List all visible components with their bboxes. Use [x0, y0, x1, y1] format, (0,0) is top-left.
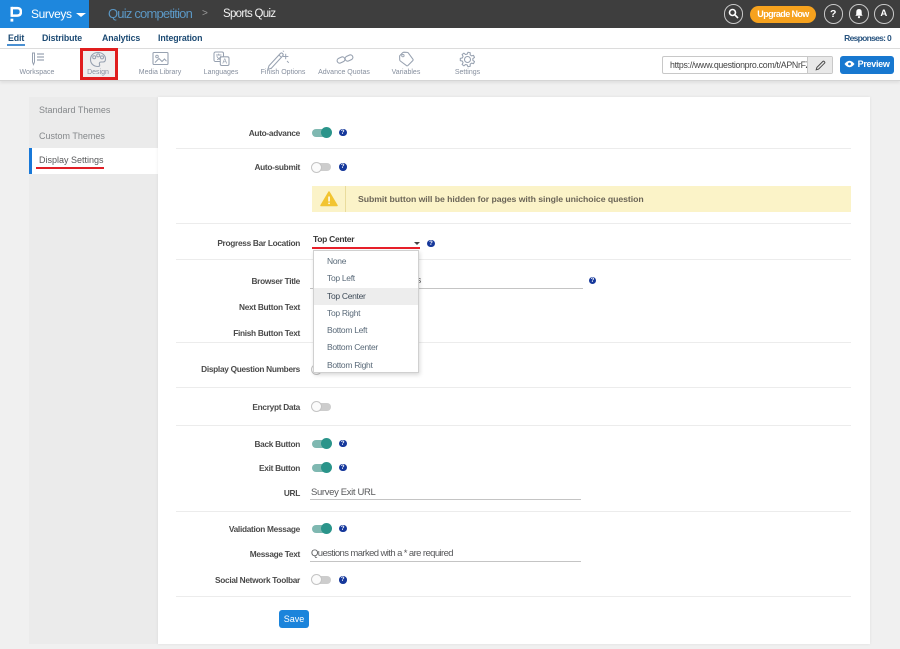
svg-text:A: A [222, 59, 227, 66]
